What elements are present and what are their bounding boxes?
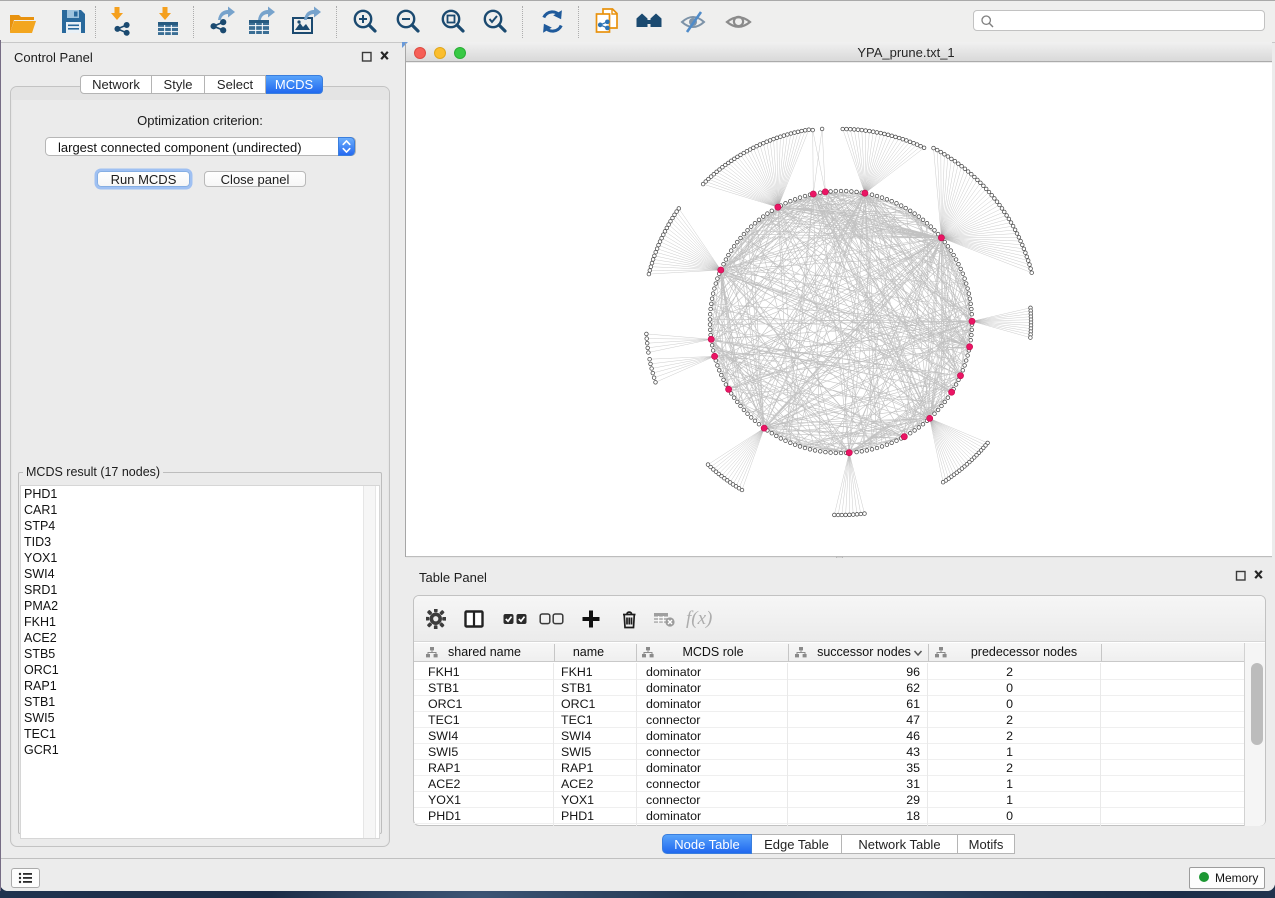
- svg-text:f(x): f(x): [686, 609, 712, 629]
